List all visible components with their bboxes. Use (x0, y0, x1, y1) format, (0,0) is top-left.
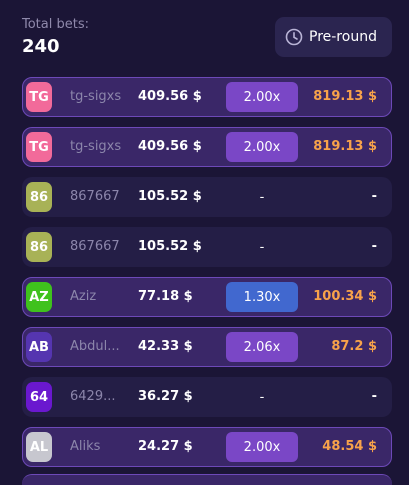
player-name: Aziz (70, 289, 97, 304)
player-name: 867667 (70, 189, 120, 204)
multiplier-badge: 2.00x (226, 82, 298, 112)
player-name: tg-sigxs (70, 139, 122, 154)
avatar: 86 (26, 232, 52, 262)
bet-row: AZ Aziz 77.18 $ 1.30x 100.34 $ (22, 277, 392, 317)
avatar: TG (26, 132, 52, 162)
bet-amount: 105.52 $ (138, 239, 202, 254)
total-bets-value: 240 (22, 36, 60, 57)
payout-amount: 100.34 $ (313, 289, 377, 304)
bet-amount: 77.18 $ (138, 289, 193, 304)
player-name: 867667 (70, 239, 120, 254)
bet-row: 64 6429... 36.27 $ - - (22, 377, 392, 417)
bet-row: AB Abdul... 42.33 $ 2.06x 87.2 $ (22, 327, 392, 367)
total-bets-label: Total bets: (22, 17, 89, 32)
clock-icon (285, 28, 303, 46)
bet-amount: 42.33 $ (138, 339, 193, 354)
payout-amount: - (371, 189, 377, 204)
player-name: 6429... (70, 389, 116, 404)
avatar: 64 (26, 382, 52, 412)
player-name: Abdul... (70, 339, 120, 354)
payout-amount: 819.13 $ (313, 139, 377, 154)
payout-amount: - (371, 239, 377, 254)
bet-amount: 105.52 $ (138, 189, 202, 204)
pre-round-label: Pre-round (309, 29, 377, 45)
multiplier-badge: 2.06x (226, 332, 298, 362)
pre-round-button[interactable]: Pre-round (275, 17, 392, 57)
avatar: TG (26, 82, 52, 112)
bet-row: AL Aliks 24.27 $ 2.00x 48.54 $ (22, 427, 392, 467)
multiplier-badge: - (259, 189, 265, 205)
payout-amount: 48.54 $ (322, 439, 377, 454)
bets-list: TG tg-sigxs 409.56 $ 2.00x 819.13 $ TG tg-sigx… (22, 77, 392, 477)
payout-amount: - (371, 389, 377, 404)
payout-amount: 819.13 $ (313, 89, 377, 104)
multiplier-badge: - (259, 389, 265, 405)
avatar: 86 (26, 182, 52, 212)
player-name: Aliks (70, 439, 101, 454)
multiplier-badge: 2.00x (226, 132, 298, 162)
avatar: AL (26, 432, 52, 462)
avatar: AZ (26, 282, 52, 312)
bet-row: 86 867667 105.52 $ - - (22, 227, 392, 267)
avatar: AB (26, 332, 52, 362)
bet-amount: 409.56 $ (138, 89, 202, 104)
payout-amount: 87.2 $ (331, 339, 377, 354)
next-row-partial (22, 474, 392, 485)
multiplier-badge: 2.00x (226, 432, 298, 462)
bet-row: TG tg-sigxs 409.56 $ 2.00x 819.13 $ (22, 77, 392, 117)
bet-amount: 36.27 $ (138, 389, 193, 404)
bet-row: TG tg-sigxs 409.56 $ 2.00x 819.13 $ (22, 127, 392, 167)
player-name: tg-sigxs (70, 89, 122, 104)
multiplier-badge: 1.30x (226, 282, 298, 312)
bet-row: 86 867667 105.52 $ - - (22, 177, 392, 217)
bet-amount: 409.56 $ (138, 139, 202, 154)
bet-amount: 24.27 $ (138, 439, 193, 454)
header: Total bets: 240 Pre-round (0, 0, 409, 70)
multiplier-badge: - (259, 239, 265, 255)
